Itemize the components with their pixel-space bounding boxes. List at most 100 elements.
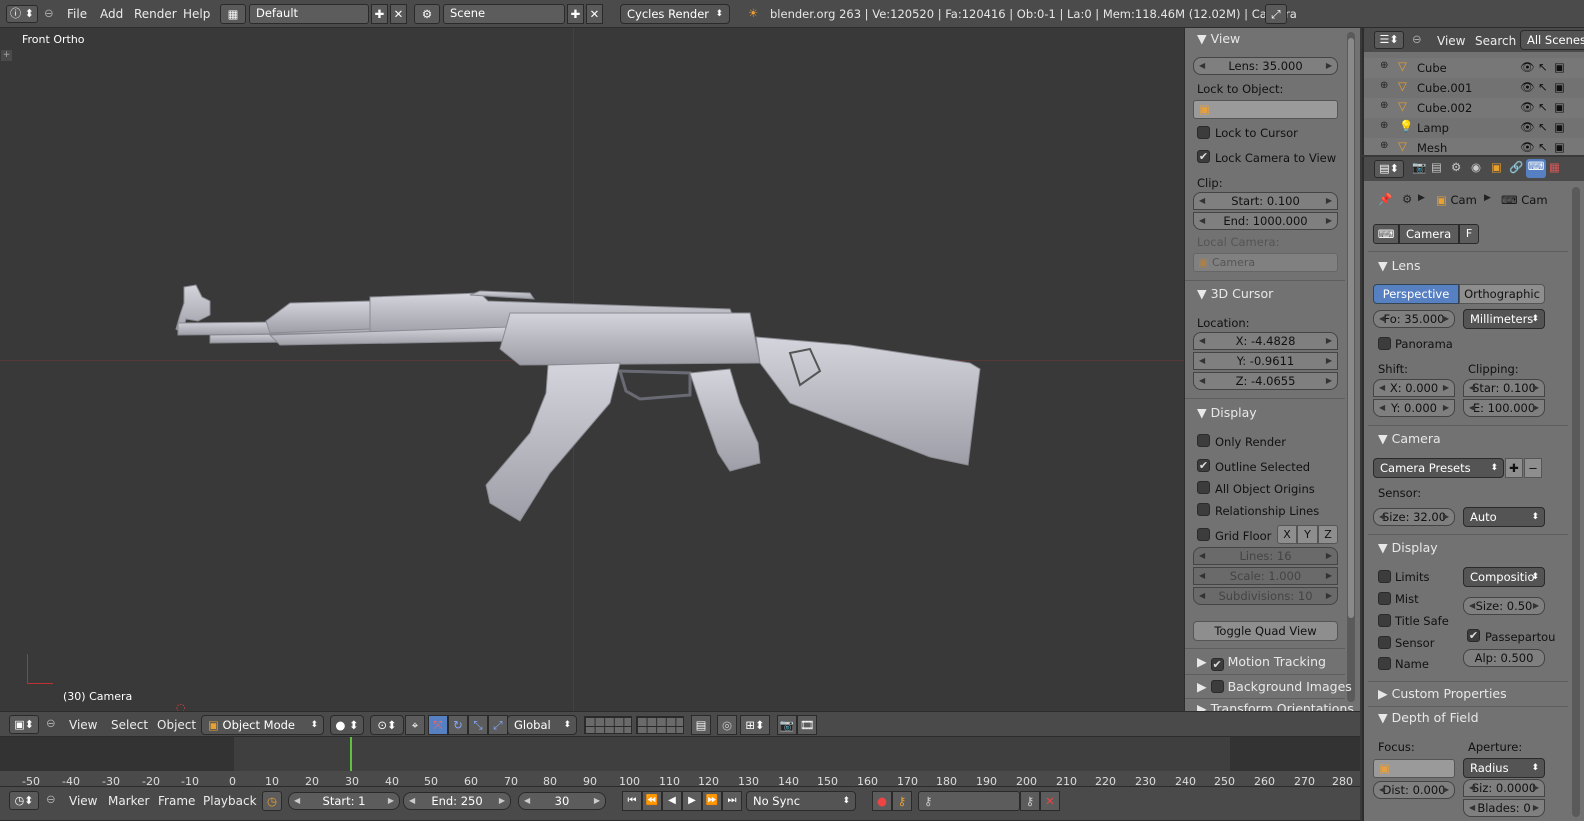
panel-scrollbar-thumb[interactable] <box>1348 38 1354 618</box>
view-panel-header[interactable]: ▼ View <box>1197 31 1240 46</box>
aperture-size-field[interactable]: ◀ Siz: 0.0000 ▶ <box>1463 779 1545 797</box>
render-camera-icon[interactable]: ▣ <box>1554 120 1565 134</box>
proportional-editing-icon[interactable]: ◎ <box>717 715 737 735</box>
outliner-menu-search[interactable]: Search <box>1475 34 1516 48</box>
world-tab-icon[interactable]: ◉ <box>1471 160 1481 174</box>
delete-keyframe-icon[interactable]: ✕ <box>1040 791 1060 811</box>
fake-user-toggle[interactable]: F <box>1459 224 1479 244</box>
expand-icon[interactable]: ⊕ <box>1380 100 1388 111</box>
pivot-point-dropdown[interactable]: ⊙⬍ <box>370 715 404 735</box>
render-tab-icon[interactable]: 📷 <box>1412 160 1426 174</box>
scene-icon[interactable]: ⚙ <box>414 4 440 24</box>
collapse-menu-icon[interactable]: ⊖ <box>46 792 56 806</box>
motion-tracking-header[interactable]: ▶ ✔ Motion Tracking <box>1197 654 1326 671</box>
dof-panel-header[interactable]: ▼ Depth of Field <box>1378 710 1479 725</box>
outliner-scope-dropdown[interactable]: All Scenes <box>1520 30 1584 50</box>
focus-object-field[interactable]: ▣ <box>1373 759 1455 778</box>
sensor-display-checkbox[interactable] <box>1378 636 1391 649</box>
outline-selected-checkbox[interactable]: ✔ <box>1197 459 1210 472</box>
jump-to-end-icon[interactable]: ⏭ <box>722 791 742 811</box>
jump-to-start-icon[interactable]: ⏮ <box>622 791 642 811</box>
visibility-eye-icon[interactable]: 👁 <box>1520 80 1535 94</box>
menu-help[interactable]: Help <box>183 7 210 21</box>
focus-distance-field[interactable]: ◀ Dist: 0.000 ▶ <box>1373 781 1455 799</box>
render-camera-icon[interactable]: ▣ <box>1554 100 1565 114</box>
outliner-item-name[interactable]: Cube <box>1417 61 1447 75</box>
add-scene-icon[interactable]: ✚ <box>567 4 584 24</box>
background-images-checkbox[interactable] <box>1210 680 1224 693</box>
viewport-shading-dropdown[interactable]: ● ⬍ <box>330 715 364 735</box>
clip-end-field[interactable]: ◀ E: 100.000 ▶ <box>1463 399 1545 417</box>
toolshelf-toggle-icon[interactable]: + <box>1 50 12 61</box>
aperture-type-dropdown[interactable]: Radius ⬍ <box>1463 758 1545 778</box>
shift-x-field[interactable]: ◀ X: 0.000 ▶ <box>1373 379 1455 397</box>
outliner-row[interactable]: ⊕ ▽ Cube.002 👁 ↖ ▣ <box>1364 98 1584 118</box>
axis-z-toggle[interactable]: Z <box>1318 525 1338 544</box>
transform-orientation-dropdown[interactable]: Global ⬍ <box>507 715 577 735</box>
view3d-menu-object[interactable]: Object <box>157 718 196 732</box>
lens-panel-header[interactable]: ▼ Lens <box>1378 258 1420 273</box>
increment-icon[interactable]: ▶ <box>1326 58 1332 74</box>
composition-guides-dropdown[interactable]: Compositio ⬍ <box>1463 567 1545 587</box>
lens-field[interactable]: ◀ Lens: 35.000 ▶ <box>1193 57 1338 75</box>
timeline-ruler[interactable]: -50 -40 -30 -20 -10 0 10 20 30 40 50 60 … <box>0 771 1360 788</box>
cursor-y-field[interactable]: ◀ Y: -0.9611 ▶ <box>1193 352 1338 370</box>
camera-panel-header[interactable]: ▼ Camera <box>1378 431 1441 446</box>
decrement-icon[interactable]: ◀ <box>1199 58 1205 74</box>
select-cursor-icon[interactable]: ↖ <box>1538 80 1548 94</box>
outliner-item-name[interactable]: Cube.002 <box>1417 101 1472 115</box>
manipulator-toggle-icon[interactable]: ⌖ <box>405 715 425 735</box>
timeline-menu-view[interactable]: View <box>69 794 97 808</box>
insert-keyframe-icon[interactable]: ⚷ <box>1020 791 1040 811</box>
play-icon[interactable]: ▶ <box>682 791 702 811</box>
current-frame-line[interactable] <box>350 737 352 771</box>
collapse-menu-icon[interactable]: ⊖ <box>46 716 56 730</box>
render-animation-icon[interactable]: 🎞 <box>797 715 817 735</box>
properties-scrollbar[interactable] <box>1572 187 1580 817</box>
remove-preset-icon[interactable]: − <box>1524 458 1542 478</box>
remove-scene-icon[interactable]: ✕ <box>586 4 603 24</box>
select-cursor-icon[interactable]: ↖ <box>1538 60 1548 74</box>
sync-mode-dropdown[interactable]: No Sync ⬍ <box>746 791 856 811</box>
display-panel-header[interactable]: ▼ Display <box>1197 405 1257 420</box>
expand-icon[interactable]: ⊕ <box>1380 80 1388 91</box>
mist-checkbox[interactable] <box>1378 592 1391 605</box>
timeline-menu-frame[interactable]: Frame <box>158 794 195 808</box>
jump-keyframe-forward-icon[interactable]: ⏩ <box>702 791 722 811</box>
perspective-button[interactable]: Perspective <box>1373 284 1459 304</box>
outliner-row[interactable]: ⊕ 💡 Lamp 👁 ↖ ▣ <box>1364 118 1584 138</box>
select-cursor-icon[interactable]: ↖ <box>1538 100 1548 114</box>
local-camera-field[interactable]: ▣ Camera <box>1193 253 1338 272</box>
orthographic-button[interactable]: Orthographic <box>1459 284 1545 304</box>
render-camera-icon[interactable]: ▣ <box>1554 60 1565 74</box>
lock-camera-to-view-checkbox[interactable]: ✔ <box>1197 150 1210 163</box>
snap-toggle-icon[interactable]: ⊞⬍ <box>740 715 770 735</box>
current-frame-field[interactable]: ◀ 30 ▶ <box>518 792 606 810</box>
end-frame-field[interactable]: ◀ End: 250 ▶ <box>403 792 511 810</box>
relationship-lines-checkbox[interactable] <box>1197 503 1210 516</box>
editor-type-outliner-icon[interactable]: ☰⬍ <box>1374 31 1404 49</box>
transform-orientations-header[interactable]: ▶ Transform Orientations <box>1197 701 1354 711</box>
translate-manipulator-icon[interactable]: ⤧ <box>428 715 448 735</box>
clip-end-field[interactable]: ◀ End: 1000.000 ▶ <box>1193 212 1338 230</box>
render-opengl-icon[interactable]: 📷 <box>777 715 797 735</box>
scene-tab-icon[interactable]: ⚙ <box>1451 160 1461 174</box>
title-safe-checkbox[interactable] <box>1378 614 1391 627</box>
toggle-quad-view-button[interactable]: Toggle Quad View <box>1193 621 1338 641</box>
axis-y-toggle[interactable]: Y <box>1297 525 1318 544</box>
view3d-menu-view[interactable]: View <box>69 718 97 732</box>
menu-render[interactable]: Render <box>134 7 177 21</box>
grid-lines-field[interactable]: ◀ Lines: 16 ▶ <box>1193 547 1338 565</box>
render-engine-dropdown[interactable]: Cycles Render ⬍ <box>620 4 730 24</box>
menu-add[interactable]: Add <box>100 7 123 21</box>
scale-manipulator-icon[interactable]: ⤡ <box>468 715 488 735</box>
visibility-eye-icon[interactable]: 👁 <box>1520 140 1535 154</box>
motion-tracking-checkbox[interactable]: ✔ <box>1210 658 1224 671</box>
fullscreen-icon[interactable]: ⤢ <box>1265 4 1287 24</box>
camera-data-tab-icon[interactable]: ⌨ <box>1526 159 1546 178</box>
passepartout-alpha-field[interactable]: Alp: 0.500 <box>1463 649 1545 667</box>
orientation-icon[interactable]: ⤢ <box>488 715 508 735</box>
outliner-item-name[interactable]: Lamp <box>1417 121 1449 135</box>
grid-floor-checkbox[interactable] <box>1197 528 1210 541</box>
lens-unit-dropdown[interactable]: Millimeters ⬍ <box>1463 309 1545 329</box>
